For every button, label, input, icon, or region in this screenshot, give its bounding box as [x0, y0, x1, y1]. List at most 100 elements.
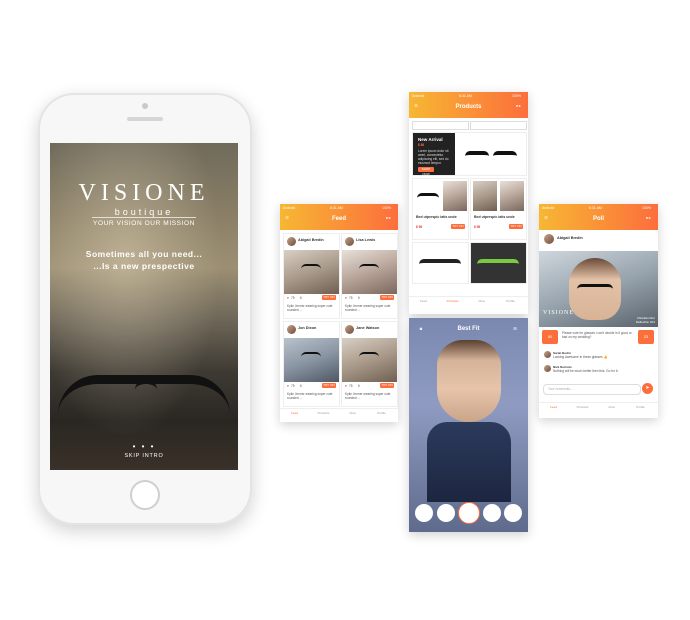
- splash-logo-sub: boutique: [114, 207, 174, 217]
- feed-header: Android 6:31 AM 100% ☰ Feed ●◂: [280, 204, 398, 230]
- try-on-button[interactable]: TRY ON: [509, 224, 523, 229]
- nav-profile[interactable]: Profile: [367, 411, 396, 415]
- post-author: Jon Dixon: [298, 326, 317, 330]
- avatar: [345, 325, 354, 334]
- feed-post[interactable]: Jon Dixon ♥ 75 6 TRY ON Kylie Jenner wea…: [283, 321, 340, 407]
- filter-dropdown[interactable]: [412, 121, 469, 130]
- product-price: $ 98: [416, 225, 423, 229]
- try-on-button[interactable]: TRY ON: [380, 295, 394, 300]
- shop-now-button[interactable]: SHOP NOW: [418, 167, 434, 176]
- heart-icon[interactable]: ♥: [345, 384, 347, 388]
- try-on-button[interactable]: TRY ON: [380, 383, 394, 388]
- glasses-option[interactable]: [483, 504, 501, 522]
- try-on-button[interactable]: TRY ON: [322, 295, 336, 300]
- nav-products[interactable]: Products: [309, 411, 338, 415]
- try-on-button[interactable]: TRY ON: [322, 383, 336, 388]
- model-image: [473, 181, 497, 211]
- post-author: Lisa Lewis: [356, 238, 376, 242]
- product-name: Bed utperspic iatis unde: [474, 215, 515, 219]
- feed-post[interactable]: Lisa Lewis ♥ 75 6 TRY ON Kylie Jenner we…: [341, 233, 398, 319]
- feed-post[interactable]: Abigail Bredin ♥ 75 6 TRY ON Kylie Jenne…: [283, 233, 340, 319]
- face-image: [437, 340, 501, 422]
- shoulders-image: [427, 422, 511, 502]
- comment-input[interactable]: Your comments...: [543, 384, 641, 395]
- banner-text: Lorem ipsum dolor sit amet, consectetur …: [418, 149, 449, 165]
- glasses-image: [493, 151, 517, 165]
- notification-icon[interactable]: ●◂: [512, 103, 524, 108]
- post-image[interactable]: [284, 338, 339, 382]
- new-arrival-banner[interactable]: New Arrival $ 86 Lorem ipsum dolor sit a…: [412, 132, 527, 176]
- heart-icon[interactable]: ♥: [345, 296, 347, 300]
- comment-count: 6: [300, 296, 302, 300]
- home-button[interactable]: [130, 480, 160, 510]
- nav-feed[interactable]: Feed: [539, 405, 568, 409]
- notification-icon[interactable]: ●◂: [382, 215, 394, 220]
- glasses-carousel: [415, 502, 522, 526]
- status-carrier: Android: [542, 206, 555, 210]
- nav-profile[interactable]: Profile: [496, 299, 525, 303]
- product-name: Bed utperspic iatis unde: [416, 215, 457, 219]
- glasses-image: [419, 259, 461, 271]
- product-card[interactable]: Bed utperspic iatis unde $ 98 TRY ON: [412, 178, 469, 240]
- poll-header: Android 6:31 AM 100% ☰ Poll ●◂: [539, 204, 658, 230]
- bottom-nav: Feed Products Chat Profile: [539, 402, 658, 417]
- heart-icon[interactable]: ♥: [287, 384, 289, 388]
- products-screen: Android 6:31 AM 100% ☰ Products ●◂ New A…: [409, 92, 528, 314]
- avatar: [345, 237, 354, 246]
- post-image[interactable]: [342, 338, 397, 382]
- nav-chat[interactable]: Chat: [338, 411, 367, 415]
- comment-count: 6: [358, 296, 360, 300]
- heart-icon[interactable]: ♥: [287, 296, 289, 300]
- product-card[interactable]: [470, 242, 527, 284]
- post-image[interactable]: [284, 250, 339, 294]
- glasses-overlay: [301, 352, 321, 358]
- avatar: [544, 351, 551, 358]
- comment-count: 6: [300, 384, 302, 388]
- cart-icon[interactable]: ⊞: [511, 326, 519, 331]
- feed-title: Feed: [331, 216, 346, 222]
- nav-feed[interactable]: Feed: [280, 411, 309, 415]
- product-card[interactable]: Bed utperspic iatis unde $ 98 TRY ON: [470, 178, 527, 240]
- dislike-vote-count: 23: [643, 334, 649, 339]
- poll-question: Please vote for glasses i can't decide i…: [562, 331, 632, 339]
- glasses-option-selected[interactable]: [458, 502, 480, 524]
- glasses-bridge: [135, 379, 157, 398]
- post-caption: Kylie Jenner wearing super cute rounded …: [287, 392, 333, 400]
- nav-chat[interactable]: Chat: [467, 299, 496, 303]
- post-caption: Kylie Jenner wearing super cute rounded …: [287, 304, 333, 312]
- avatar: [544, 234, 554, 244]
- nav-products[interactable]: Products: [438, 299, 467, 303]
- post-author: Abigail Bredin: [298, 238, 324, 242]
- product-card[interactable]: [412, 242, 469, 284]
- notification-icon[interactable]: ●◂: [642, 215, 654, 220]
- status-carrier: Android: [283, 206, 296, 210]
- like-count: 75: [349, 296, 353, 300]
- post-image[interactable]: [342, 250, 397, 294]
- poll-author: Abigail Bredin: [557, 236, 583, 240]
- send-icon[interactable]: ➤: [642, 383, 653, 394]
- bottom-nav: Feed Products Chat Profile: [280, 408, 398, 422]
- skip-intro-button[interactable]: SKIP INTRO: [50, 453, 238, 459]
- status-time: 6:31 AM: [330, 206, 343, 210]
- glasses-image: [417, 193, 439, 202]
- nav-chat[interactable]: Chat: [597, 405, 626, 409]
- splash-mission: YOUR VISION OUR MISSION: [93, 220, 195, 227]
- camera-icon[interactable]: ◙: [417, 326, 425, 331]
- glasses-overlay: [359, 352, 379, 358]
- like-vote-button[interactable]: 50: [542, 330, 558, 344]
- glasses-option[interactable]: [504, 504, 522, 522]
- tagline-line-2: ...Is a new prespective: [93, 261, 195, 271]
- comment-text: Looking Awesome in these glasses 👍: [553, 355, 608, 359]
- nav-products[interactable]: Products: [568, 405, 597, 409]
- like-count: 75: [291, 384, 295, 388]
- feed-post[interactable]: Jane Watson ♥ 75 6 TRY ON Kylie Jenner w…: [341, 321, 398, 407]
- sort-dropdown[interactable]: [470, 121, 527, 130]
- dislike-vote-button[interactable]: 23: [638, 330, 654, 344]
- banner-title: New Arrival: [418, 137, 443, 142]
- nav-profile[interactable]: Profile: [626, 405, 655, 409]
- nav-feed[interactable]: Feed: [409, 299, 438, 303]
- glasses-option[interactable]: [437, 504, 455, 522]
- page-indicator[interactable]: • • •: [50, 442, 238, 451]
- try-on-button[interactable]: TRY ON: [451, 224, 465, 229]
- glasses-option[interactable]: [415, 504, 433, 522]
